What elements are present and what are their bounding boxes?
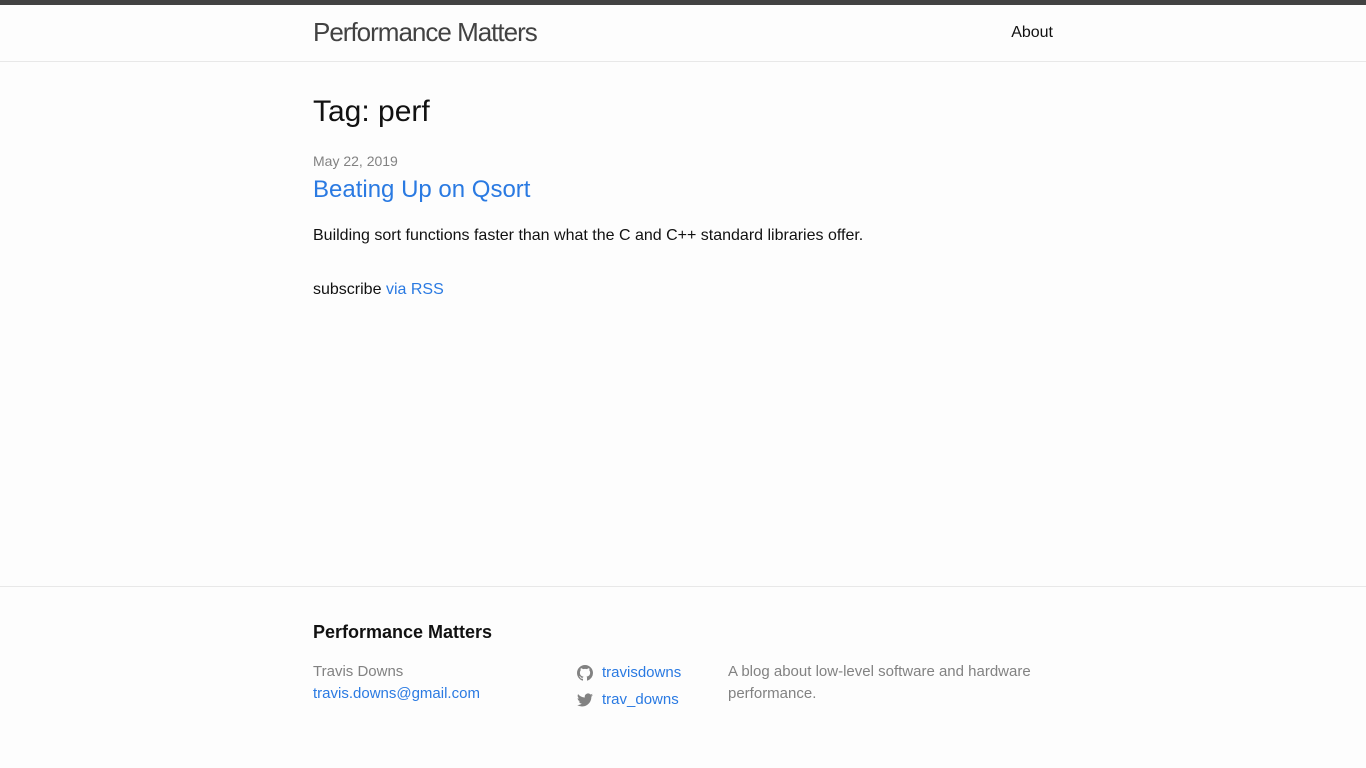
footer-social: travisdowns trav_downs <box>576 659 681 713</box>
twitter-row: trav_downs <box>576 686 681 713</box>
footer-heading: Performance Matters <box>313 622 493 642</box>
github-link[interactable]: travisdowns <box>602 662 681 684</box>
post-excerpt: Building sort functions faster than what… <box>313 227 864 244</box>
page-heading: Tag: perf <box>313 95 430 128</box>
email-link[interactable]: travis.downs@gmail.com <box>313 683 480 705</box>
site-title-link[interactable]: Performance Matters <box>313 17 538 47</box>
post-title-link[interactable]: Beating Up on Qsort <box>313 176 530 204</box>
github-row: travisdowns <box>576 659 681 686</box>
footer-contact: Travis Downs travis.downs@gmail.com <box>313 661 480 705</box>
rss-subscribe: subscribe via RSS <box>313 280 444 300</box>
github-icon <box>576 664 594 682</box>
nav-about-link[interactable]: About <box>1011 23 1053 43</box>
site-footer: Performance Matters Travis Downs travis.… <box>0 586 1366 768</box>
site-description: A blog about low-level software and hard… <box>728 663 1031 702</box>
post-date: May 22, 2019 <box>313 153 398 169</box>
rss-link[interactable]: via RSS <box>386 281 444 298</box>
subscribe-label: subscribe <box>313 281 382 298</box>
twitter-link[interactable]: trav_downs <box>602 689 679 711</box>
twitter-icon <box>576 691 594 709</box>
author-name: Travis Downs <box>313 663 404 680</box>
site-header: Performance Matters About <box>0 0 1366 62</box>
